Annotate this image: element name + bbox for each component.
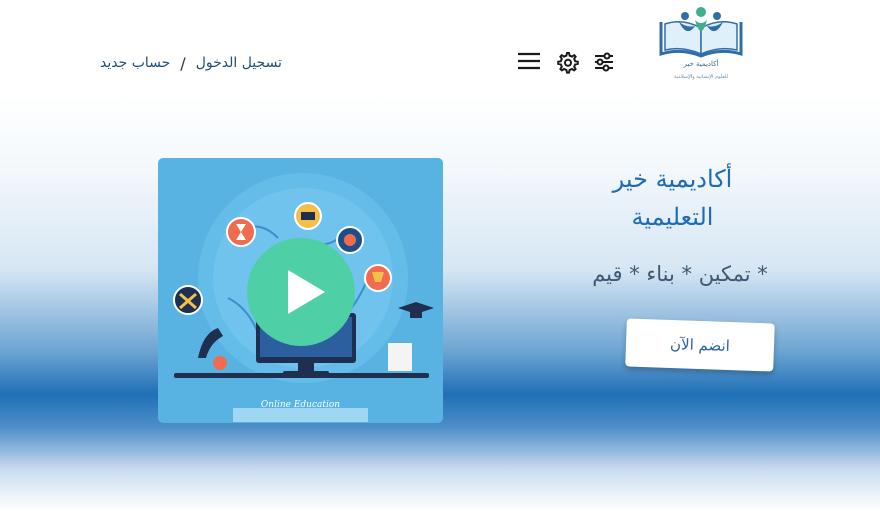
book-people-logo-icon [659, 7, 743, 58]
logo-tagline: أكاديمية خير [683, 60, 719, 68]
login-link[interactable]: تسجيل الدخول [196, 55, 282, 71]
hero-title: أكاديمية خير التعليمية [560, 160, 785, 236]
play-icon[interactable] [246, 237, 356, 347]
hero-title-line1: أكاديمية خير [612, 165, 733, 193]
gear-icon[interactable] [554, 49, 582, 77]
hero-tagline: * تمكين * بناء * قيم [592, 262, 768, 286]
hero-title-line2: التعليمية [631, 203, 714, 231]
filter-sliders-icon[interactable] [591, 49, 619, 77]
hamburger-menu-icon[interactable] [516, 49, 544, 77]
video-caption: Online Education [260, 400, 341, 410]
auth-links: تسجيل الدخول / حساب جديد [100, 52, 282, 74]
site-header: أكاديمية خير للعلوم الإنسانية والإسلامية [0, 0, 880, 95]
academy-logo[interactable]: أكاديمية خير للعلوم الإنسانية والإسلامية [655, 4, 747, 84]
join-now-button[interactable]: انضم الآن [625, 318, 775, 372]
intro-video[interactable]: Online Education [158, 158, 443, 423]
register-link[interactable]: حساب جديد [100, 55, 170, 71]
auth-separator: / [180, 53, 186, 73]
logo-subline: للعلوم الإنسانية والإسلامية [674, 74, 728, 80]
